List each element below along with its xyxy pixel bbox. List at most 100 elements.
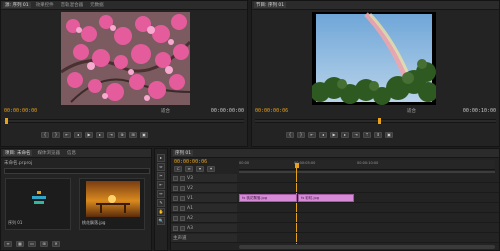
program-timecode[interactable]: 00:00:00:06 — [255, 108, 288, 114]
export-frame-icon[interactable]: ▣ — [140, 132, 148, 138]
timeline-toolbar: ⊂ ∞ ▾ ✦ — [174, 166, 215, 172]
go-to-in-icon[interactable]: ⇤ — [63, 132, 71, 138]
program-time-ruler[interactable] — [255, 119, 496, 123]
speaker-icon[interactable] — [180, 215, 185, 221]
program-zoom-select[interactable]: 适合 — [407, 108, 416, 114]
rainbow-image — [312, 12, 436, 105]
list-view-icon[interactable]: ≡ — [4, 241, 12, 247]
image-thumbnail — [86, 181, 140, 217]
timeline-ruler[interactable]: 00:00 00:00:05:00 00:00:10:00 — [239, 160, 495, 170]
lock-icon[interactable] — [173, 195, 178, 201]
track-master[interactable]: 主声道 — [171, 234, 499, 243]
pen-tool-icon[interactable]: ✎ — [157, 199, 165, 207]
zoom-tool-icon[interactable]: 🔍 — [157, 217, 165, 225]
work-area-bar[interactable] — [239, 171, 495, 173]
tab-media-browser[interactable]: 媒体浏览器 — [35, 150, 62, 156]
eye-icon[interactable] — [180, 175, 185, 181]
new-bin-icon[interactable]: ▭ — [28, 241, 36, 247]
timeline-clip[interactable]: fx 桃花飘落.jpg — [239, 194, 297, 202]
tab-project[interactable]: 项目: 未命名 — [3, 150, 33, 156]
speaker-icon[interactable] — [180, 205, 185, 211]
track-label: A3 — [187, 225, 193, 231]
lift-icon[interactable]: ⇡ — [363, 132, 371, 138]
mark-in-button[interactable]: { — [41, 132, 49, 138]
play-icon[interactable]: ▶ — [330, 132, 338, 138]
new-item-icon[interactable]: ⊞ — [40, 241, 48, 247]
project-file-name: 未命名.prproj — [4, 161, 33, 166]
step-forward-icon[interactable]: ▸ — [96, 132, 104, 138]
icon-view-icon[interactable]: ▦ — [16, 241, 24, 247]
lock-icon[interactable] — [173, 175, 178, 181]
go-to-in-icon[interactable]: ⇤ — [308, 132, 316, 138]
track-v2[interactable]: V2 — [171, 184, 499, 193]
play-icon[interactable]: ▶ — [85, 132, 93, 138]
overwrite-icon[interactable]: ⊞ — [129, 132, 137, 138]
track-a3[interactable]: A3 — [171, 224, 499, 233]
timeline-scrollbar[interactable] — [239, 245, 495, 249]
linked-selection-icon[interactable]: ∞ — [185, 166, 193, 172]
export-frame-icon[interactable]: ▣ — [385, 132, 393, 138]
tracks-area: V3 V2 V1 fx 桃花飘落.jpg fx 彩虹.jpg A1 A2 A3 … — [171, 174, 499, 244]
tab-program[interactable]: 节目: 序列 01 — [254, 2, 287, 8]
project-search-input[interactable] — [4, 168, 150, 174]
tab-metadata[interactable]: 元数据 — [88, 2, 106, 8]
source-time-ruler[interactable] — [4, 119, 244, 123]
lock-icon[interactable] — [173, 225, 178, 231]
track-v1[interactable]: V1 fx 桃花飘落.jpg fx 彩虹.jpg — [171, 194, 499, 203]
selection-tool-icon[interactable]: ▸ — [157, 154, 165, 162]
extract-icon[interactable]: ⇞ — [374, 132, 382, 138]
ripple-edit-tool-icon[interactable]: ⇔ — [157, 163, 165, 171]
mark-in-button[interactable]: { — [286, 132, 294, 138]
tab-info[interactable]: 信息 — [65, 150, 78, 156]
add-marker-icon[interactable]: ▾ — [196, 166, 204, 172]
ruler-label: 00:00:10:00 — [357, 161, 379, 165]
track-label: V2 — [187, 185, 193, 191]
tab-effect-controls[interactable]: 效果控件 — [34, 2, 56, 8]
program-video-frame — [312, 12, 436, 105]
tab-source[interactable]: 源: 序列 01 — [3, 2, 31, 8]
settings-icon[interactable]: ✦ — [207, 166, 215, 172]
delete-icon[interactable]: ✕ — [52, 241, 60, 247]
slip-tool-icon[interactable]: ↔ — [157, 190, 165, 198]
lock-icon[interactable] — [173, 215, 178, 221]
track-label: V1 — [187, 195, 193, 201]
speaker-icon[interactable] — [180, 225, 185, 231]
eye-icon[interactable] — [180, 195, 185, 201]
track-a1[interactable]: A1 — [171, 204, 499, 213]
mark-out-button[interactable]: } — [297, 132, 305, 138]
track-a2[interactable]: A2 — [171, 214, 499, 223]
ruler-label: 00:00 — [239, 161, 250, 165]
track-label: A2 — [187, 215, 193, 221]
source-transport-controls: { } ⇤ ◂ ▶ ▸ ⇥ ⊕ ⊞ ▣ — [41, 132, 148, 138]
source-monitor: 源: 序列 01 效果控件 音轨混合器 元数据 00:00:00:00 适合 0… — [0, 0, 248, 147]
source-timecode-in[interactable]: 00:00:00:00 — [4, 108, 37, 114]
razor-tool-icon[interactable]: ✂ — [157, 172, 165, 180]
step-back-icon[interactable]: ◂ — [74, 132, 82, 138]
project-item-label: 桃花飘落.jpg — [82, 220, 106, 225]
snap-icon[interactable]: ⊂ — [174, 166, 182, 172]
insert-icon[interactable]: ⊕ — [118, 132, 126, 138]
go-to-out-icon[interactable]: ⇥ — [352, 132, 360, 138]
program-playhead[interactable] — [378, 118, 381, 124]
go-to-out-icon[interactable]: ⇥ — [107, 132, 115, 138]
tab-audio-mixer[interactable]: 音轨混合器 — [59, 2, 86, 8]
project-item-image[interactable]: 桃花飘落.jpg — [79, 178, 145, 230]
project-panel: 项目: 未命名 媒体浏览器 信息 未命名.prproj 序列 01 桃花飘落.j… — [0, 148, 152, 251]
timeline-timecode[interactable]: 00:00:00:06 — [174, 159, 207, 165]
source-playhead[interactable] — [5, 118, 8, 124]
track-v3[interactable]: V3 — [171, 174, 499, 183]
program-monitor-tabbar: 节目: 序列 01 — [252, 1, 499, 10]
lock-icon[interactable] — [173, 185, 178, 191]
timeline-clip[interactable]: fx 彩虹.jpg — [298, 194, 354, 202]
track-select-tool-icon[interactable]: ⇤ — [157, 181, 165, 189]
project-item-sequence[interactable]: 序列 01 — [5, 178, 71, 230]
project-bottom-bar: ≡ ▦ ▭ ⊞ ✕ — [4, 241, 60, 247]
step-back-icon[interactable]: ◂ — [319, 132, 327, 138]
hand-tool-icon[interactable]: ✋ — [157, 208, 165, 216]
eye-icon[interactable] — [180, 185, 185, 191]
tab-sequence[interactable]: 序列 01 — [173, 150, 194, 156]
source-zoom-select[interactable]: 适合 — [161, 108, 170, 114]
step-forward-icon[interactable]: ▸ — [341, 132, 349, 138]
mark-out-button[interactable]: } — [52, 132, 60, 138]
lock-icon[interactable] — [173, 205, 178, 211]
